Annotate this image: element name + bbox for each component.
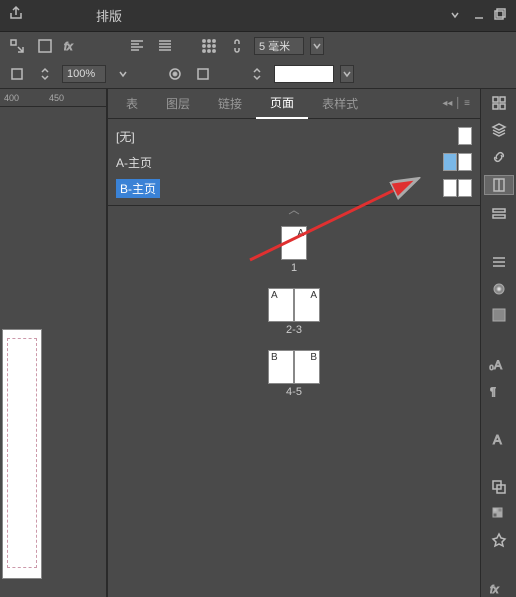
- top-menu-bar: 排版: [0, 0, 516, 32]
- layout-dropdown-icon[interactable]: [450, 7, 460, 25]
- master-none-label: [无]: [116, 128, 135, 145]
- right-icon-bar: ₀A ¶ A fx: [480, 89, 516, 597]
- panel-collapse-icon[interactable]: ◂◂ │ ≡: [436, 98, 476, 109]
- master-b-label: B-主页: [116, 179, 160, 198]
- pages-icon[interactable]: [484, 175, 514, 195]
- master-b-row[interactable]: B-主页: [108, 175, 480, 201]
- tab-layers[interactable]: 图层: [152, 89, 204, 118]
- master-thumb: [458, 127, 472, 145]
- opacity-input[interactable]: [62, 65, 106, 83]
- canvas-area: 400 450: [0, 89, 107, 597]
- ruler-mark: 400: [4, 93, 19, 103]
- tab-table-styles[interactable]: 表样式: [308, 89, 372, 118]
- fx-icon[interactable]: fx: [62, 36, 84, 56]
- swatches-icon[interactable]: [489, 505, 509, 522]
- effects-icon[interactable]: [489, 532, 509, 549]
- panel-tabs: 表 图层 链接 页面 表样式 ◂◂ │ ≡: [108, 89, 480, 119]
- page-thumb: B: [294, 350, 320, 384]
- ruler-mark: 450: [49, 93, 64, 103]
- minimize-icon[interactable]: [472, 8, 488, 24]
- main-area: 400 450 表 图层 链接 页面 表样式 ◂◂ │ ≡ [无] A-主页: [0, 89, 516, 597]
- page-number: 2-3: [286, 324, 302, 336]
- effect1-icon[interactable]: [164, 64, 186, 84]
- master-pages-list: [无] A-主页 B-主页: [108, 119, 480, 206]
- page-margin-guide: [7, 338, 37, 568]
- cc-libraries-icon[interactable]: [489, 95, 509, 112]
- stroke-icon[interactable]: [489, 254, 509, 271]
- master-thumb: [443, 179, 457, 197]
- page-number: 4-5: [286, 386, 302, 398]
- gradient-icon[interactable]: [489, 280, 509, 297]
- object-styles-icon[interactable]: [489, 479, 509, 496]
- document-page[interactable]: [2, 329, 42, 579]
- svg-text:fx: fx: [490, 584, 499, 596]
- color-swatch[interactable]: [274, 65, 334, 83]
- layers-icon[interactable]: [489, 122, 509, 139]
- svg-text:¶: ¶: [490, 386, 496, 398]
- glyph-icon[interactable]: A: [489, 430, 509, 447]
- svg-text:fx: fx: [64, 41, 73, 53]
- square-stepper-icon[interactable]: [34, 64, 56, 84]
- panel-resize-handle[interactable]: [279, 203, 309, 209]
- grid-icon[interactable]: [198, 36, 220, 56]
- stroke-stepper-icon[interactable]: [246, 64, 268, 84]
- character-icon[interactable]: ₀A: [489, 355, 509, 372]
- share-icon[interactable]: [8, 5, 24, 26]
- horizontal-ruler: 400 450: [0, 89, 106, 107]
- color-dropdown-icon[interactable]: [340, 65, 354, 83]
- spread-1[interactable]: A 1: [281, 226, 307, 274]
- links-icon[interactable]: [489, 148, 509, 165]
- pages-panel: 表 图层 链接 页面 表样式 ◂◂ │ ≡ [无] A-主页 B-主页: [107, 89, 480, 597]
- master-a-row[interactable]: A-主页: [108, 149, 480, 175]
- fx-panel-icon[interactable]: fx: [489, 580, 509, 597]
- color-icon[interactable]: [489, 307, 509, 324]
- tab-pages[interactable]: 页面: [256, 88, 308, 119]
- svg-text:A: A: [493, 432, 502, 447]
- size-dropdown-icon[interactable]: [310, 37, 324, 55]
- tab-table[interactable]: 表: [112, 89, 152, 118]
- page-thumb: A: [294, 288, 320, 322]
- spread-3[interactable]: B B 4-5: [268, 350, 320, 398]
- page-thumb: B: [268, 350, 294, 384]
- styles-icon[interactable]: [489, 205, 509, 222]
- frame-fit-icon[interactable]: [6, 36, 28, 56]
- page-spreads: A 1 A A 2-3 B B 4-5: [108, 206, 480, 597]
- spread-2[interactable]: A A 2-3: [268, 288, 320, 336]
- restore-icon[interactable]: [492, 8, 508, 24]
- master-thumb: [443, 153, 457, 171]
- layout-menu[interactable]: 排版: [96, 6, 122, 25]
- link-icon[interactable]: [226, 36, 248, 56]
- page-number: 1: [291, 262, 297, 274]
- square-icon[interactable]: [6, 64, 28, 84]
- master-thumb: [458, 153, 472, 171]
- page-thumb: A: [281, 226, 307, 260]
- content-fit-icon[interactable]: [34, 36, 56, 56]
- svg-text:₀A: ₀A: [489, 358, 502, 372]
- effect2-icon[interactable]: [192, 64, 214, 84]
- size-input[interactable]: [254, 37, 304, 55]
- master-none-row[interactable]: [无]: [108, 123, 480, 149]
- master-thumb: [458, 179, 472, 197]
- tab-links[interactable]: 链接: [204, 89, 256, 118]
- master-a-label: A-主页: [116, 154, 152, 171]
- paragraph-icon[interactable]: ¶: [489, 382, 509, 399]
- control-toolbar: fx: [0, 32, 516, 89]
- page-thumb: A: [268, 288, 294, 322]
- align-left-icon[interactable]: [126, 36, 148, 56]
- align-justify-icon[interactable]: [154, 36, 176, 56]
- opacity-dropdown-icon[interactable]: [112, 64, 134, 84]
